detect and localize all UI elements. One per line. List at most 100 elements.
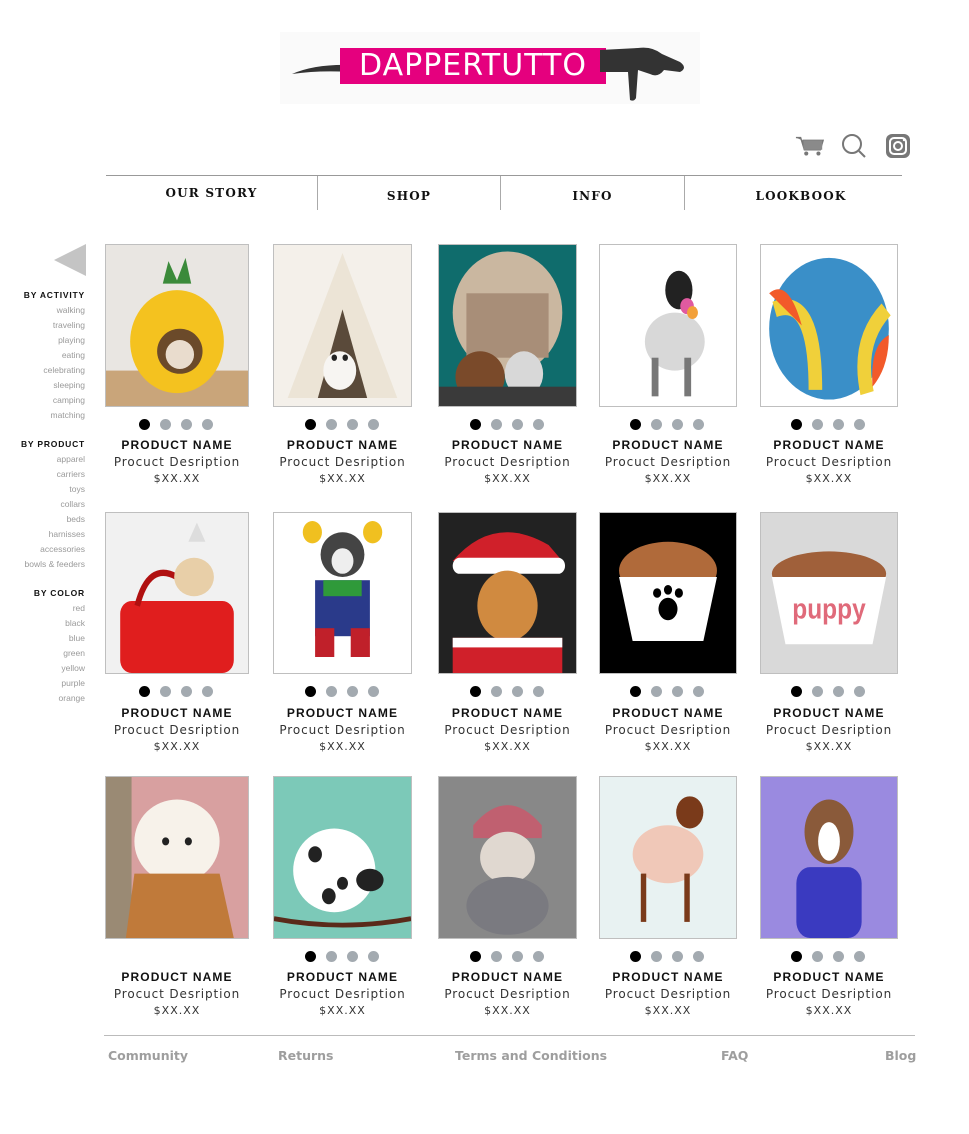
nav-shop[interactable]: SHOP bbox=[318, 179, 500, 213]
carousel-dot[interactable] bbox=[367, 686, 379, 697]
carousel-dot[interactable] bbox=[304, 419, 316, 430]
carousel-dot[interactable] bbox=[630, 686, 641, 697]
filter-item[interactable]: purple bbox=[61, 678, 85, 688]
carousel-dot[interactable] bbox=[304, 686, 316, 697]
product-image[interactable] bbox=[105, 512, 249, 674]
product-image[interactable] bbox=[273, 776, 412, 939]
footer-link-terms[interactable]: Terms and Conditions bbox=[455, 1048, 607, 1063]
carousel-dot[interactable] bbox=[651, 419, 662, 430]
carousel-dot[interactable] bbox=[791, 951, 802, 962]
carousel-dot[interactable] bbox=[672, 419, 683, 430]
cart-icon[interactable] bbox=[795, 132, 825, 160]
carousel-dot[interactable] bbox=[181, 419, 192, 430]
filter-item[interactable]: apparel bbox=[57, 454, 85, 464]
nav-lookbook[interactable]: LOOKBOOK bbox=[685, 179, 917, 213]
carousel-dot[interactable] bbox=[651, 686, 662, 697]
footer-link-returns[interactable]: Returns bbox=[278, 1048, 333, 1063]
carousel-dot[interactable] bbox=[672, 951, 683, 962]
carousel-dot[interactable] bbox=[532, 686, 544, 697]
nav-info[interactable]: INFO bbox=[501, 179, 684, 213]
filter-item[interactable]: matching bbox=[51, 410, 86, 420]
filter-item[interactable]: green bbox=[63, 648, 85, 658]
back-arrow-icon[interactable] bbox=[54, 244, 86, 276]
carousel-dot[interactable] bbox=[490, 419, 502, 430]
footer-link-faq[interactable]: FAQ bbox=[721, 1048, 748, 1063]
carousel-dot[interactable] bbox=[346, 686, 358, 697]
carousel-dot[interactable] bbox=[202, 419, 213, 430]
product-image[interactable]: puppy bbox=[760, 512, 898, 674]
carousel-dot[interactable] bbox=[833, 419, 844, 430]
product-image[interactable] bbox=[599, 512, 737, 674]
product-image[interactable] bbox=[105, 776, 249, 939]
carousel-dot[interactable] bbox=[532, 951, 544, 962]
product-image[interactable] bbox=[438, 512, 577, 674]
carousel-dot[interactable] bbox=[651, 951, 662, 962]
carousel-dot[interactable] bbox=[346, 419, 358, 430]
carousel-dot[interactable] bbox=[325, 419, 337, 430]
product-image[interactable] bbox=[273, 244, 412, 407]
carousel-dot[interactable] bbox=[791, 419, 802, 430]
carousel-dot[interactable] bbox=[693, 951, 704, 962]
carousel-dot[interactable] bbox=[367, 951, 379, 962]
filter-item[interactable]: accessories bbox=[40, 544, 85, 554]
carousel-dot[interactable] bbox=[367, 419, 379, 430]
carousel-dot[interactable] bbox=[833, 951, 844, 962]
filter-item[interactable]: bowls & feeders bbox=[25, 559, 85, 569]
footer-link-community[interactable]: Community bbox=[108, 1048, 188, 1063]
carousel-dot[interactable] bbox=[139, 686, 150, 697]
carousel-dot[interactable] bbox=[325, 686, 337, 697]
carousel-dot[interactable] bbox=[812, 686, 823, 697]
carousel-dot[interactable] bbox=[672, 686, 683, 697]
carousel-dot[interactable] bbox=[325, 951, 337, 962]
carousel-dot[interactable] bbox=[202, 686, 213, 697]
brand-logo[interactable]: DAPPERTUTTO bbox=[280, 32, 700, 104]
carousel-dot[interactable] bbox=[490, 951, 502, 962]
filter-item[interactable]: beds bbox=[67, 514, 85, 524]
carousel-dot[interactable] bbox=[791, 686, 802, 697]
product-image[interactable] bbox=[105, 244, 249, 407]
filter-item[interactable]: sleeping bbox=[53, 380, 85, 390]
filter-item[interactable]: playing bbox=[58, 335, 85, 345]
carousel-dot[interactable] bbox=[139, 419, 150, 430]
filter-item[interactable]: camping bbox=[53, 395, 85, 405]
search-icon[interactable] bbox=[839, 132, 869, 160]
filter-item[interactable]: orange bbox=[59, 693, 85, 703]
filter-item[interactable]: eating bbox=[62, 350, 85, 360]
carousel-dot[interactable] bbox=[160, 686, 171, 697]
filter-item[interactable]: celebrating bbox=[43, 365, 85, 375]
carousel-dot[interactable] bbox=[630, 951, 641, 962]
filter-item[interactable]: traveling bbox=[53, 320, 85, 330]
carousel-dot[interactable] bbox=[181, 686, 192, 697]
filter-item[interactable]: harnisses bbox=[49, 529, 85, 539]
footer-link-blog[interactable]: Blog bbox=[885, 1048, 916, 1063]
filter-item[interactable]: collars bbox=[60, 499, 85, 509]
carousel-dot[interactable] bbox=[469, 419, 481, 430]
carousel-dot[interactable] bbox=[511, 686, 523, 697]
carousel-dot[interactable] bbox=[854, 686, 865, 697]
carousel-dot[interactable] bbox=[490, 686, 502, 697]
carousel-dot[interactable] bbox=[304, 951, 316, 962]
filter-item[interactable]: yellow bbox=[61, 663, 85, 673]
carousel-dot[interactable] bbox=[693, 686, 704, 697]
filter-item[interactable]: black bbox=[65, 618, 85, 628]
carousel-dot[interactable] bbox=[511, 951, 523, 962]
carousel-dot[interactable] bbox=[469, 951, 481, 962]
product-image[interactable] bbox=[438, 776, 577, 939]
carousel-dot[interactable] bbox=[812, 951, 823, 962]
product-image[interactable] bbox=[760, 244, 898, 407]
filter-item[interactable]: walking bbox=[57, 305, 85, 315]
carousel-dot[interactable] bbox=[532, 419, 544, 430]
filter-item[interactable]: toys bbox=[69, 484, 85, 494]
carousel-dot[interactable] bbox=[160, 419, 171, 430]
filter-item[interactable]: red bbox=[73, 603, 85, 613]
carousel-dot[interactable] bbox=[854, 951, 865, 962]
carousel-dot[interactable] bbox=[346, 951, 358, 962]
instagram-icon[interactable] bbox=[883, 132, 913, 160]
carousel-dot[interactable] bbox=[693, 419, 704, 430]
product-image[interactable] bbox=[273, 512, 412, 674]
filter-item[interactable]: carriers bbox=[57, 469, 85, 479]
carousel-dot[interactable] bbox=[812, 419, 823, 430]
product-image[interactable] bbox=[599, 776, 737, 939]
product-image[interactable] bbox=[760, 776, 898, 939]
carousel-dot[interactable] bbox=[854, 419, 865, 430]
